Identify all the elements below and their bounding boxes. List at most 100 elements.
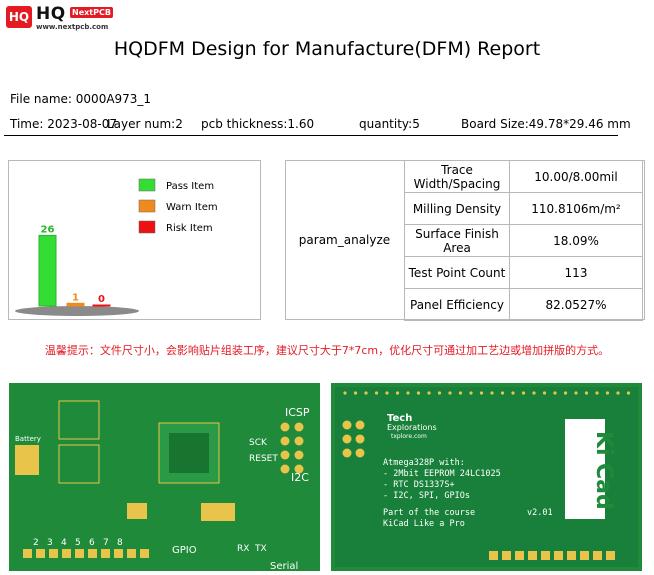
mcu-core	[169, 433, 209, 473]
pin-number: 6	[89, 538, 95, 548]
battery-label: Battery	[15, 435, 41, 443]
via	[626, 391, 631, 395]
desc-line: - I2C, SPI, GPIOs	[383, 491, 470, 501]
legend-label: Risk Item	[166, 223, 213, 234]
via	[605, 391, 610, 395]
via	[427, 391, 431, 395]
chart-bar-risk-item	[92, 304, 111, 307]
via	[595, 391, 599, 395]
gpio-pin	[23, 549, 32, 558]
result-chart: 26 1 0 Pass Item Warn Item Risk Item	[8, 160, 261, 320]
via	[416, 391, 421, 395]
version-label: v2.01	[527, 508, 553, 518]
through-hole-pad	[355, 448, 365, 458]
table-row: Trace Width/Spacing 10.00/8.00mil	[404, 160, 643, 193]
pin-number: 4	[61, 538, 67, 548]
icsp-pin	[294, 450, 304, 460]
chart-svg: 26 1 0 Pass Item Warn Item Risk Item	[15, 178, 218, 316]
serial-label: Serial	[270, 561, 298, 571]
board-size: Board Size:49.78*29.46 mm	[461, 117, 631, 131]
table-row: Surface Finish Area 18.09%	[404, 224, 643, 257]
time: Time: 2023-08-07	[10, 117, 117, 131]
chart-base	[15, 306, 139, 316]
legend-swatch	[138, 220, 156, 234]
legend-label: Pass Item	[166, 181, 214, 192]
logo: HQ HQ NextPCB www.nextpcb.com	[6, 4, 126, 34]
gpio-pin	[75, 549, 84, 558]
logo-url: www.nextpcb.com	[36, 23, 109, 31]
via	[458, 391, 463, 395]
pin-number: 5	[75, 538, 81, 548]
via	[448, 391, 452, 395]
file-name: File name: 0000A973_1	[10, 92, 152, 106]
param-value: 18.09%	[509, 224, 643, 257]
tech-logo-2: Explorations	[387, 423, 437, 432]
gpio-label: GPIO	[172, 545, 197, 556]
desc-line: - RTC DS1337S+	[383, 480, 455, 490]
via	[521, 391, 526, 395]
header-pad	[489, 551, 498, 560]
logo-badge: HQ	[6, 6, 32, 28]
pin-number: 3	[47, 538, 53, 548]
pcb-top-view: ICSP I2C SCK RESET Battery RX TX GPIO Se…	[9, 383, 320, 571]
icsp-pin	[294, 422, 304, 432]
icsp-label: ICSP	[285, 406, 310, 419]
kicad-logo-cad: Cad	[591, 463, 616, 510]
chart-bar-warn-item	[66, 302, 85, 307]
gpio-pin	[62, 549, 71, 558]
param-name: Milling Density	[404, 192, 510, 225]
via	[584, 391, 589, 395]
header-pad	[515, 551, 524, 560]
gpio-pin	[101, 549, 110, 558]
through-hole-pad	[342, 420, 352, 430]
sck-label: SCK	[249, 438, 268, 448]
icsp-pin	[280, 422, 290, 432]
pcb-bottom-view: Tech Explorations txplore.com Atmega328P…	[331, 383, 642, 571]
param-value: 82.0527%	[509, 288, 643, 321]
desc-line: Part of the course	[383, 508, 475, 518]
header-pad	[593, 551, 602, 560]
logo-tag: NextPCB	[70, 7, 113, 18]
icsp-pin	[280, 464, 290, 474]
param-name: Panel Efficiency	[404, 288, 510, 321]
param-value: 113	[509, 256, 643, 289]
gpio-pin	[127, 549, 136, 558]
gpio-pin	[88, 549, 97, 558]
header-pad	[502, 551, 511, 560]
via	[406, 391, 410, 395]
i2c-label: I2C	[291, 471, 309, 484]
pin-number: 8	[117, 538, 123, 548]
desc-line: Atmega328P with:	[383, 458, 465, 468]
through-hole-pad	[342, 434, 352, 444]
param-name: Trace Width/Spacing	[404, 160, 510, 193]
resonator	[201, 503, 235, 521]
header-pad	[541, 551, 550, 560]
via	[437, 391, 442, 395]
desc-line: KiCad Like a Pro	[383, 519, 465, 529]
gpio-pin	[140, 549, 149, 558]
pin-number: 7	[103, 538, 109, 548]
via	[616, 391, 620, 395]
pin-number: 2	[33, 538, 39, 548]
chart-data-label: 26	[41, 224, 55, 235]
via	[395, 391, 400, 395]
icsp-pin	[280, 450, 290, 460]
via	[374, 391, 379, 395]
through-hole-pad	[355, 434, 365, 444]
via	[479, 391, 484, 395]
desc-line: - 2Mbit EEPROM 24LC1025	[383, 469, 501, 479]
reset-label: RESET	[249, 454, 278, 464]
battery-holder	[15, 445, 39, 475]
gpio-pin	[36, 549, 45, 558]
via	[542, 391, 547, 395]
tech-logo-3: txplore.com	[391, 433, 427, 440]
via	[343, 391, 347, 395]
param-name: Test Point Count	[404, 256, 510, 289]
crystal	[127, 503, 147, 519]
via	[353, 391, 358, 395]
tx-label: TX	[254, 544, 267, 554]
chart-data-label: 0	[98, 294, 105, 305]
table-row: Panel Efficiency 82.0527%	[404, 288, 643, 321]
page-title: HQDFM Design for Manufacture(DFM) Report	[113, 38, 541, 60]
chart-bar-pass-item	[38, 234, 57, 307]
